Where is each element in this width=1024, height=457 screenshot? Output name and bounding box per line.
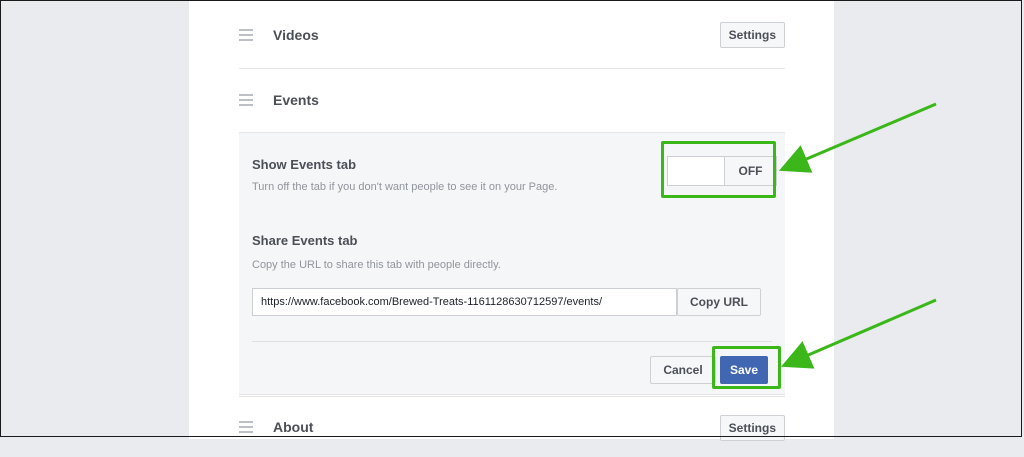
toggle-state-label: OFF xyxy=(725,157,776,185)
drag-handle-icon[interactable] xyxy=(239,29,253,41)
show-events-tab-description: Turn off the tab if you don't want peopl… xyxy=(252,181,558,193)
drag-handle-icon[interactable] xyxy=(239,94,253,106)
save-button[interactable]: Save xyxy=(720,356,768,384)
show-events-tab-toggle[interactable]: OFF xyxy=(667,156,777,186)
share-events-tab-label: Share Events tab xyxy=(252,233,358,248)
toggle-knob[interactable] xyxy=(668,157,725,185)
tab-row-events[interactable]: Events xyxy=(239,68,785,132)
tab-title-events: Events xyxy=(273,92,319,108)
about-settings-button[interactable]: Settings xyxy=(719,415,785,441)
videos-settings-button[interactable]: Settings xyxy=(719,22,785,48)
events-tab-url-field[interactable] xyxy=(252,288,677,316)
tab-title-about: About xyxy=(273,419,314,435)
share-events-tab-description: Copy the URL to share this tab with peop… xyxy=(252,259,501,271)
divider xyxy=(252,341,772,342)
tab-row-about[interactable]: About Settings xyxy=(239,396,785,457)
page-tabs-settings-panel: Videos Settings Events Show Events tab T… xyxy=(189,0,834,441)
drag-handle-icon[interactable] xyxy=(239,421,253,433)
tab-row-videos[interactable]: Videos Settings xyxy=(239,2,785,69)
tab-title-videos: Videos xyxy=(273,27,319,43)
cancel-button[interactable]: Cancel xyxy=(650,356,716,384)
copy-url-button[interactable]: Copy URL xyxy=(677,288,761,316)
events-settings-expanded: Show Events tab Turn off the tab if you … xyxy=(239,132,785,395)
show-events-tab-label: Show Events tab xyxy=(252,157,357,172)
